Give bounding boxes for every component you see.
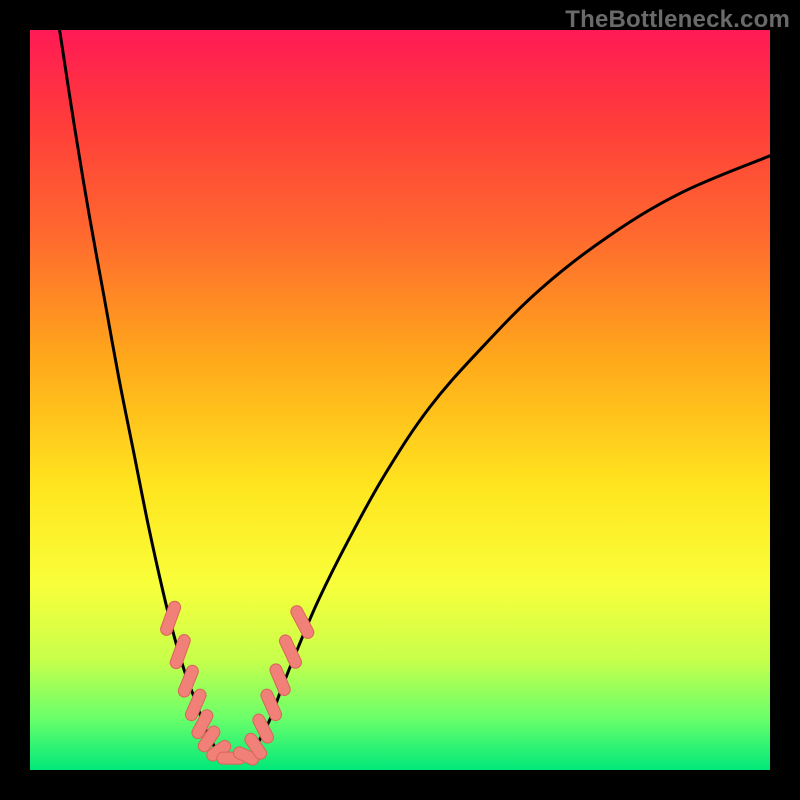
plot-area bbox=[30, 30, 770, 770]
chart-frame: TheBottleneck.com bbox=[0, 0, 800, 800]
data-marker bbox=[169, 633, 192, 670]
data-marker bbox=[278, 633, 304, 670]
data-marker bbox=[289, 604, 316, 641]
data-marker bbox=[159, 600, 182, 637]
bottleneck-curve bbox=[60, 30, 770, 762]
watermark-text: TheBottleneck.com bbox=[565, 6, 790, 34]
curve-svg bbox=[30, 30, 770, 770]
